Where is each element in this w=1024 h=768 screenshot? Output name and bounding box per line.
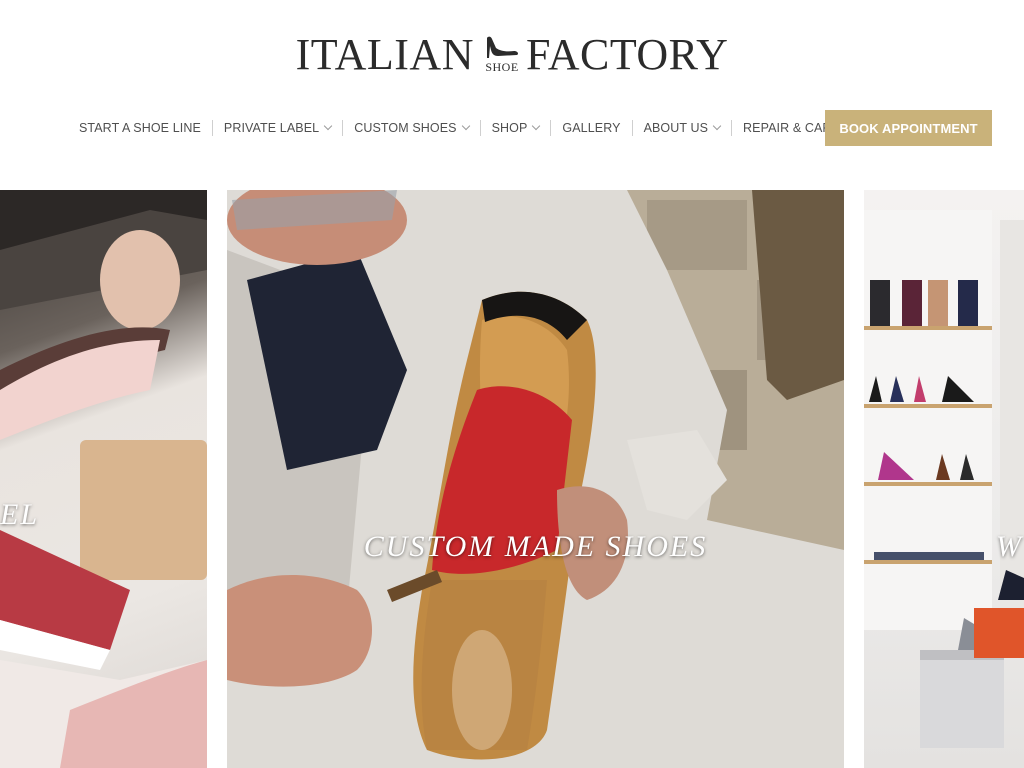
nav-label: PRIVATE LABEL <box>223 121 320 135</box>
nav-label: GALLERY <box>562 121 621 135</box>
nav-custom-shoes[interactable]: CUSTOM SHOES <box>342 120 479 136</box>
slide-title: W <box>996 530 1023 563</box>
logo-wordmark[interactable]: ITALIAN SHOE FACTORY <box>296 30 729 80</box>
logo-shoe-label: SHOE <box>485 60 519 74</box>
chevron-down-icon <box>461 121 470 131</box>
nav-start-a-shoe-line[interactable]: START A SHOE LINE <box>68 120 212 136</box>
slide-custom-made-shoes[interactable]: CUSTOM MADE SHOES <box>227 190 844 768</box>
logo-word-italian: ITALIAN <box>295 30 474 79</box>
logo-word-factory: FACTORY <box>525 30 729 79</box>
slide-image-leather-samples <box>0 190 207 768</box>
slide-title: CUSTOM MADE SHOES <box>363 530 708 563</box>
slide-private-label[interactable]: EL <box>0 190 207 768</box>
nav-gallery[interactable]: GALLERY <box>550 120 631 136</box>
book-appointment-button[interactable]: BOOK APPOINTMENT <box>825 110 992 146</box>
nav-label: ABOUT US <box>643 121 709 135</box>
chevron-down-icon <box>712 121 722 131</box>
main-nav: START A SHOE LINE PRIVATE LABEL CUSTOM S… <box>68 110 863 146</box>
high-heel-icon <box>486 36 518 58</box>
logo-shoe-mark: SHOE <box>478 30 522 80</box>
nav-shop[interactable]: SHOP <box>479 120 551 136</box>
slide-title: EL <box>0 498 40 531</box>
slide-image-shoe-showroom <box>864 210 1024 748</box>
chevron-down-icon <box>323 121 333 131</box>
nav-private-label[interactable]: PRIVATE LABEL <box>211 120 342 136</box>
nav-label: SHOP <box>491 121 528 135</box>
nav-label: CUSTOM SHOES <box>354 121 457 135</box>
site-logo[interactable]: ITALIAN SHOE FACTORY <box>0 30 1024 80</box>
nav-label: START A SHOE LINE <box>79 121 201 135</box>
slide-image-shoemaker <box>227 190 844 768</box>
slide-showroom[interactable]: W <box>864 190 1024 768</box>
nav-about-us[interactable]: ABOUT US <box>631 120 731 136</box>
chevron-down-icon <box>532 121 541 131</box>
